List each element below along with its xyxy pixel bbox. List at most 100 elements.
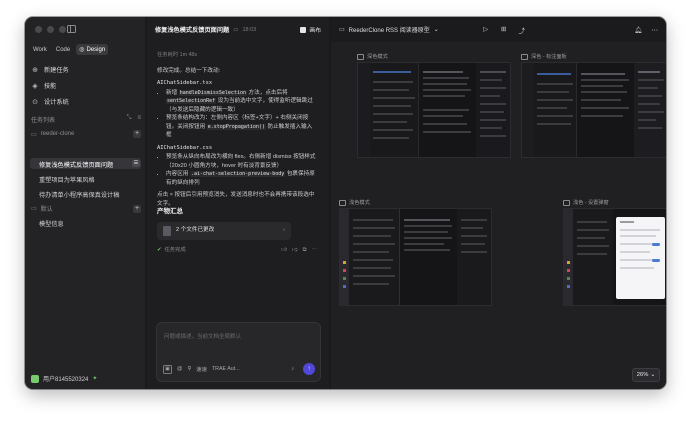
change-item: 新增 handleDismissSelection 方法，点击后将 sentSe… xyxy=(166,89,317,115)
task-status-row: ✔ 任务完成 👍︎ 👎︎ ⧉ ⋯ xyxy=(157,246,317,255)
sidebar-item-label: 设计系统 xyxy=(44,99,69,106)
design-system-icon: ⊙ xyxy=(32,98,38,106)
chat-header: 修复浅色模式反馈页面问题 ▭ 18:03 画布 xyxy=(147,17,329,42)
model-select[interactable]: TRAE Aut... xyxy=(212,366,240,372)
close-window-button[interactable] xyxy=(35,26,42,33)
change-item: 预览条结构改为：左侧内容区（标签+文字）+ 右侧关闭按钮。关闭按钮用 e.sto… xyxy=(166,114,317,140)
changed-files-label: 2 个文件已更改 xyxy=(176,227,215,234)
design-canvas[interactable]: 深色模式 深色 - 标注面板 浅色模式 浅色 - 设置弹窗 26% ⌄ xyxy=(331,42,666,389)
message-composer[interactable]: 问题或描述，当前文档全局默认 ▣ @ ⚲ 速速 TRAE Aut... ♪ ↑ xyxy=(156,322,321,382)
file-heading: AIChatSidebar.tsx xyxy=(157,80,213,86)
chevron-down-icon: ⌄ xyxy=(650,372,656,378)
composer-toolbar: ▣ @ ⚲ 速速 TRAE Aut... ♪ ↑ xyxy=(163,363,315,375)
thumbs-down-icon[interactable]: 👎︎ xyxy=(292,246,298,255)
artboard-label: 深色模式 xyxy=(357,53,388,60)
app-window: Work Code ◎ Design ⊕ 新建任务 ◈ 技能 ⊙ 设计系统 任务列… xyxy=(25,17,666,389)
play-icon[interactable]: ▷ xyxy=(481,25,491,35)
collapse-icon[interactable]: ⤡ xyxy=(127,115,132,124)
artboard-label: 深色 - 标注面板 xyxy=(521,53,567,60)
filter-icon[interactable]: ≡ xyxy=(137,115,141,124)
frame-icon xyxy=(339,199,346,206)
canvas-icon xyxy=(300,26,307,33)
sidebar-item-design-system[interactable]: ⊙ 设计系统 xyxy=(31,97,69,107)
project-group-reeder-clone[interactable]: ▭ reeder-clone + xyxy=(31,130,141,138)
artboard-label: 浅色 - 设置弹窗 xyxy=(563,199,609,206)
mode-design[interactable]: ◎ Design xyxy=(76,44,109,55)
mode-label: Design xyxy=(86,46,106,53)
share-icon[interactable]: ⤴ xyxy=(517,25,527,35)
mode-select[interactable]: 速速 xyxy=(196,365,207,373)
avatar xyxy=(31,374,39,383)
products-title: 产物汇总 xyxy=(157,208,183,215)
preview-title[interactable]: ReederClone RSS 阅读器原型 xyxy=(349,25,430,34)
change-list: 预览条从纵向布局改为横向 flex。右侧新增 dismiss 按钮样式（20x2… xyxy=(157,153,317,187)
new-task-icon: ⊕ xyxy=(32,66,38,74)
artboard-light[interactable] xyxy=(339,208,492,306)
chevron-right-icon: › xyxy=(283,227,285,234)
project-group-default[interactable]: ▭ 默认 + xyxy=(31,204,141,213)
maximize-window-button[interactable] xyxy=(59,26,66,33)
task-item[interactable]: 待办清单小程序高保真设计稿 xyxy=(39,190,119,199)
more-icon[interactable]: ⋯ xyxy=(312,246,318,255)
task-item[interactable]: 重塑项目为苹果风格 xyxy=(39,175,95,184)
thumbs-up-icon[interactable]: 👍︎ xyxy=(281,246,287,255)
sidebar-item-label: 技能 xyxy=(44,83,57,90)
mode-code[interactable]: Code xyxy=(53,44,73,55)
mic-icon[interactable]: ♪ xyxy=(291,366,294,372)
mode-work[interactable]: Work xyxy=(30,44,50,55)
frame-icon xyxy=(357,53,364,60)
grid-icon[interactable]: ⊞ xyxy=(499,25,509,35)
task-status: 任务完成 xyxy=(164,246,186,253)
mode-label: Code xyxy=(55,46,71,53)
chat-panel: 修复浅色模式反馈页面问题 ▭ 18:03 画布 任务耗时 1m 48s 修改完成… xyxy=(147,17,329,389)
folder-icon: ▭ xyxy=(31,206,37,212)
user-name: 用户8145520324 xyxy=(43,377,89,383)
sidebar-item-new-task[interactable]: ⊕ 新建任务 xyxy=(31,65,69,75)
chat-title: 修复浅色模式反馈页面问题 xyxy=(155,27,230,34)
sidebar-toggle-icon[interactable] xyxy=(67,25,76,33)
sidebar-item-label: 新建任务 xyxy=(44,67,69,74)
summary-text: 修改完成。总结一下改动: xyxy=(157,67,221,74)
elapsed-time: 任务耗时 1m 48s xyxy=(157,52,198,58)
task-item[interactable]: 修复浅色模式反馈页面问题 xyxy=(39,160,113,169)
copy-icon[interactable]: ⧉ xyxy=(303,246,307,255)
artboard-light-settings[interactable] xyxy=(563,208,666,306)
change-item: 内容区用 .ai-chat-selection-preview-body 包裹保… xyxy=(166,170,317,187)
task-list-header: 任务列表 ⤡ ≡ xyxy=(31,115,141,124)
change-list: 新增 handleDismissSelection 方法，点击后将 sentSe… xyxy=(157,89,317,140)
frame-icon xyxy=(563,199,570,206)
user-profile[interactable]: 用户8145520324 ✦ xyxy=(31,374,97,383)
sidebar: Work Code ◎ Design ⊕ 新建任务 ◈ 技能 ⊙ 设计系统 任务列… xyxy=(25,17,145,389)
project-name: 默认 xyxy=(40,207,53,213)
zoom-control[interactable]: 26% ⌄ xyxy=(632,368,660,382)
more-icon[interactable]: ⋯ xyxy=(652,26,659,34)
artboard-dark[interactable] xyxy=(357,62,511,158)
file-heading: AIChatSidebar.css xyxy=(157,144,213,151)
image-icon[interactable]: ▣ xyxy=(163,364,172,374)
sparkle-icon: ✦ xyxy=(92,376,98,382)
conclusion-text: 点击 × 按钮后引用预览消失，发送消息时也不会再携带该段选中文字。 xyxy=(157,192,315,207)
add-task-button[interactable]: + xyxy=(133,204,141,213)
task-item[interactable]: 模型信息 xyxy=(39,219,64,228)
artboard-dark-annotations[interactable] xyxy=(521,62,666,158)
add-task-button[interactable]: + xyxy=(133,130,141,138)
canvas-toggle[interactable]: 画布 xyxy=(300,25,321,34)
minimize-window-button[interactable] xyxy=(47,26,54,33)
at-icon[interactable]: @ xyxy=(177,366,182,372)
sidebar-item-skills[interactable]: ◈ 技能 xyxy=(31,81,57,91)
folder-icon: ▭ xyxy=(31,131,37,138)
changed-files-card[interactable]: 2 个文件已更改 › xyxy=(157,221,291,240)
chevron-down-icon[interactable]: ⌄ xyxy=(434,26,439,33)
check-icon: ✔ xyxy=(157,246,162,253)
file-icon xyxy=(163,225,171,236)
bell-icon[interactable]: 🔔︎ xyxy=(634,26,642,34)
project-name: reeder-clone xyxy=(40,131,75,137)
chat-messages: 任务耗时 1m 48s 修改完成。总结一下改动: AIChatSidebar.t… xyxy=(157,51,317,254)
send-button[interactable]: ↑ xyxy=(303,363,315,375)
folder-icon: ▭ xyxy=(233,26,239,33)
skills-icon: ◈ xyxy=(32,82,38,90)
window-controls xyxy=(35,26,66,33)
task-menu-icon[interactable]: ☰ xyxy=(132,160,140,167)
preview-panel: ▭ ReederClone RSS 阅读器原型 ⌄ ▷ ⊞ ⤴ 🔔︎ ⋯ 深色模… xyxy=(331,17,666,389)
attach-icon[interactable]: ⚲ xyxy=(187,366,191,372)
